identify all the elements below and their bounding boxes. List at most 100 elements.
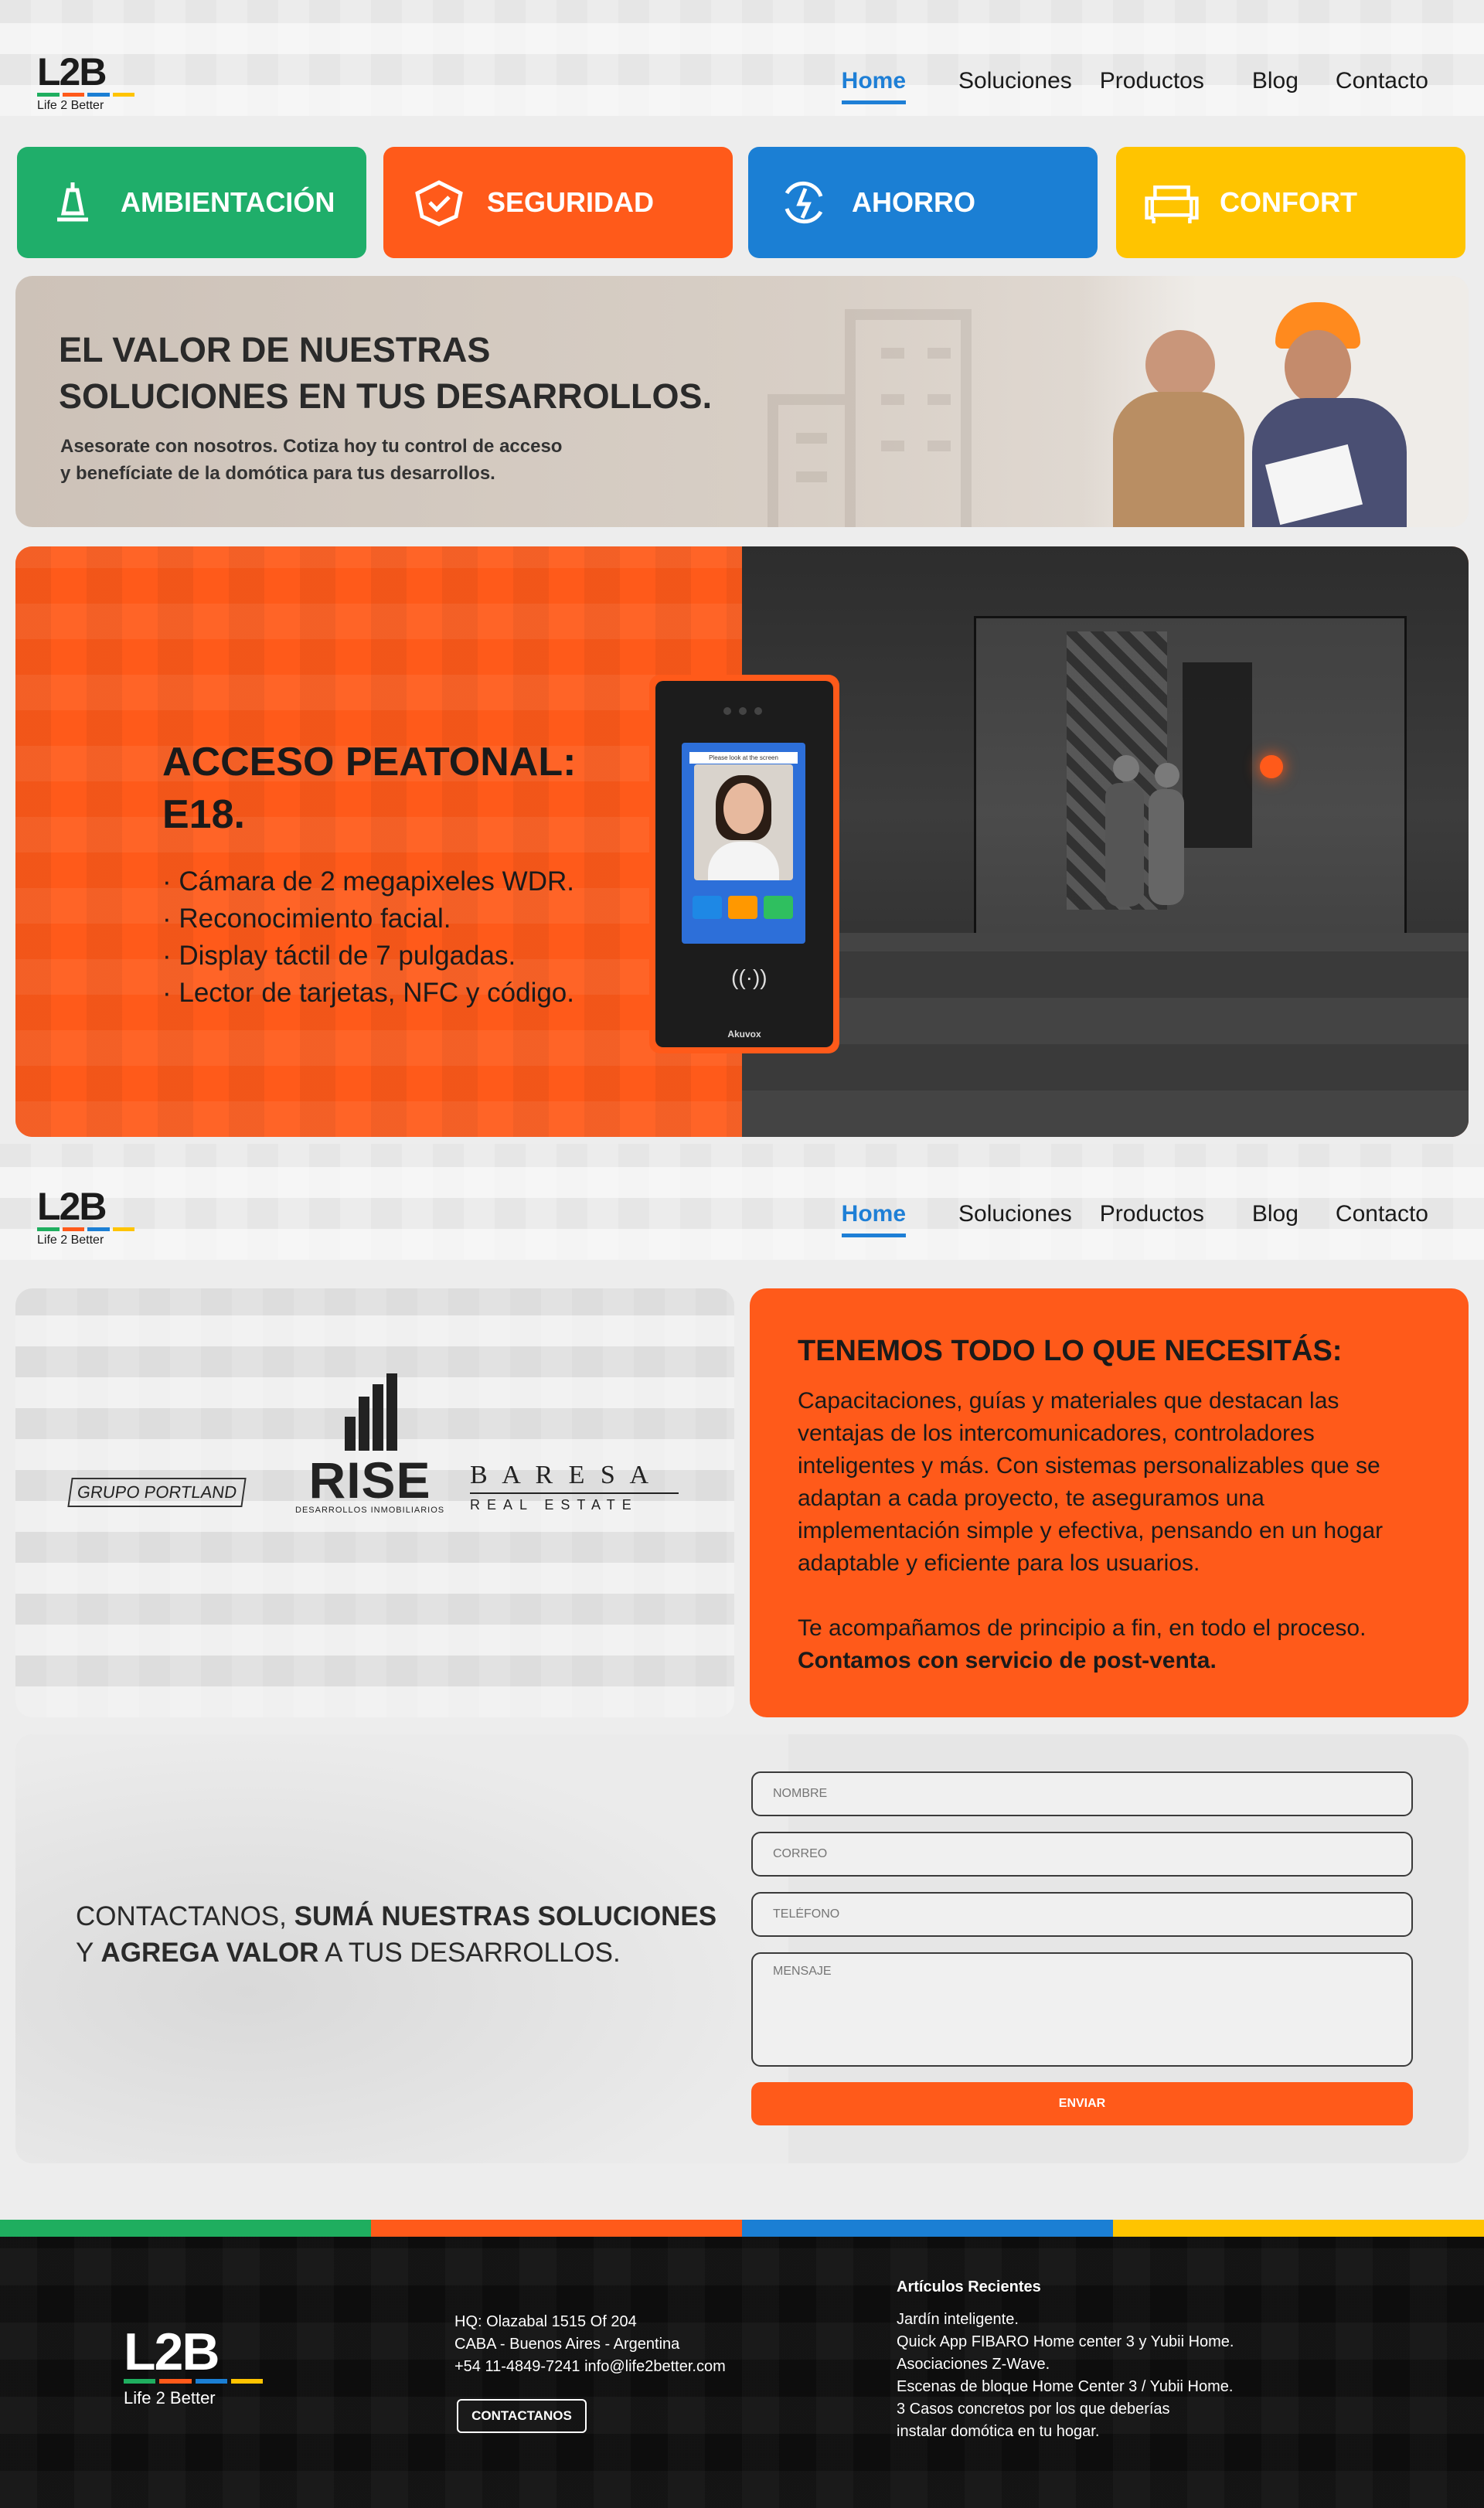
nav-home[interactable]: Home	[841, 68, 907, 104]
brand-color-stripes	[0, 2220, 1484, 2237]
address-line: HQ: Olazabal 1515 Of 204	[454, 2313, 637, 2330]
product-section: ACCESO PEATONAL: E18. · Cámara de 2 mega…	[15, 546, 1469, 1137]
energy-cycle-icon	[776, 175, 832, 230]
logo-tagline: Life 2 Better	[124, 2388, 216, 2408]
category-label: AHORRO	[852, 186, 975, 218]
product-feature-list: · Cámara de 2 megapixeles WDR. · Reconoc…	[162, 863, 574, 1012]
hero-title-line2: SOLUCIONES EN TUS DESARROLLOS.	[59, 376, 713, 416]
nfc-icon: ((·))	[731, 965, 768, 989]
product-title: ACCESO PEATONAL: E18.	[162, 736, 576, 841]
product-feature: · Display táctil de 7 pulgadas.	[162, 941, 516, 971]
hero-text-line2: y benefíciate de la domótica para tus de…	[60, 463, 495, 484]
recent-post-link[interactable]: Jardín inteligente.	[897, 2309, 1234, 2331]
client-logo-text: RISE	[308, 1451, 431, 1509]
needs-follow-up: Te acompañamos de principio a fin, en to…	[798, 1612, 1421, 1677]
nav-productos[interactable]: Productos	[1100, 68, 1204, 104]
name-field[interactable]	[751, 1771, 1413, 1816]
phone-field[interactable]	[751, 1892, 1413, 1937]
client-logo-baresa: B A R E S A REAL ESTATE	[470, 1460, 679, 1513]
recent-post-link[interactable]: Quick App FIBARO Home center 3 y Yubii H…	[897, 2331, 1234, 2353]
product-photo-panel	[742, 546, 1469, 1137]
footer-logo[interactable]: L2B Life 2 Better	[124, 2323, 263, 2408]
logo[interactable]: L2B Life 2 Better	[37, 50, 138, 113]
nav-home[interactable]: Home	[841, 1201, 907, 1237]
nav-contacto[interactable]: Contacto	[1336, 68, 1428, 104]
category-ahorro[interactable]: AHORRO	[748, 147, 1098, 258]
product-title-line2: E18.	[162, 792, 245, 837]
walking-couple	[1105, 755, 1198, 925]
face-recognition-preview	[694, 764, 793, 880]
nav-blog[interactable]: Blog	[1252, 68, 1298, 104]
nav-productos[interactable]: Productos	[1100, 1201, 1204, 1237]
category-ambientacion[interactable]: AMBIENTACIÓN	[17, 147, 366, 258]
message-field[interactable]	[751, 1952, 1413, 2067]
client-logo-rise: RISE DESARROLLOS INMOBILIARIOS	[295, 1373, 444, 1515]
logo-tagline: Life 2 Better	[37, 99, 104, 112]
logo-mark: L2B	[37, 50, 107, 94]
product-feature: · Cámara de 2 megapixeles WDR.	[162, 866, 574, 897]
orange-light-dot	[1260, 755, 1283, 778]
category-confort[interactable]: CONFORT	[1116, 147, 1465, 258]
recent-post-link[interactable]: Escenas de bloque Home Center 3 / Yubii …	[897, 2376, 1234, 2398]
product-title-line1: ACCESO PEATONAL:	[162, 740, 577, 784]
contact-section: CONTACTANOS, SUMÁ NUESTRAS SOLUCIONES Y …	[15, 1734, 1469, 2163]
client-logo-text: GRUPO PORTLAND	[76, 1482, 239, 1502]
sofa-icon	[1144, 175, 1200, 230]
product-feature: · Reconocimiento facial.	[162, 903, 451, 934]
cta-text: Y	[76, 1938, 101, 1968]
recent-post-link[interactable]: instalar domótica en tu hogar.	[897, 2421, 1234, 2443]
shield-check-icon	[411, 175, 467, 230]
nav-contacto[interactable]: Contacto	[1336, 1201, 1428, 1237]
cta-text: CONTACTANOS,	[76, 1901, 294, 1931]
address-line: +54 11-4849-7241 info@life2better.com	[454, 2358, 726, 2375]
category-label: SEGURIDAD	[487, 186, 655, 218]
device-screen: Please look at the screen	[682, 743, 805, 944]
hero-text-line1: Asesorate con nosotros. Cotiza hoy tu co…	[60, 436, 563, 457]
client-logo-subtext: DESARROLLOS INMOBILIARIOS	[295, 1506, 445, 1515]
needs-follow-up-text: Te acompañamos de principio a fin, en to…	[798, 1615, 1367, 1641]
contact-cta: CONTACTANOS, SUMÁ NUESTRAS SOLUCIONES Y …	[76, 1898, 716, 1971]
footer-address: HQ: Olazabal 1515 Of 204 CABA - Buenos A…	[454, 2311, 726, 2378]
category-label: CONFORT	[1220, 186, 1357, 218]
cta-bold: AGREGA VALOR	[100, 1938, 319, 1968]
cta-text: A TUS DESARROLLOS.	[318, 1938, 621, 1968]
device-body: Please look at the screen ((·)) Akuvox	[655, 681, 833, 1047]
nav-soluciones[interactable]: Soluciones	[958, 1201, 1072, 1237]
footer: L2B Life 2 Better HQ: Olazabal 1515 Of 2…	[0, 2237, 1484, 2508]
hero-title: EL VALOR DE NUESTRAS SOLUCIONES EN TUS D…	[59, 327, 712, 420]
needs-panel: TENEMOS TODO LO QUE NECESITÁS: Capacitac…	[750, 1288, 1469, 1717]
cta-bold: SUMÁ NUESTRAS SOLUCIONES	[294, 1901, 717, 1931]
floor	[742, 933, 1469, 1137]
hero-banner: EL VALOR DE NUESTRAS SOLUCIONES EN TUS D…	[15, 276, 1469, 527]
hero-photo-handshake	[1082, 276, 1469, 527]
screen-buttons	[693, 896, 793, 919]
product-text-panel	[15, 546, 742, 1137]
product-feature: · Lector de tarjetas, NFC y código.	[162, 978, 574, 1008]
recent-post-link[interactable]: 3 Casos concretos por los que deberías	[897, 2398, 1234, 2421]
category-seguridad[interactable]: SEGURIDAD	[383, 147, 733, 258]
logo-mark: L2B	[37, 1185, 107, 1228]
email-field[interactable]	[751, 1832, 1413, 1877]
recent-posts-title: Artículos Recientes	[897, 2278, 1041, 2295]
main-nav-second: Home Soluciones Productos Blog Contacto	[841, 1201, 1428, 1237]
intercom-device: Please look at the screen ((·)) Akuvox	[649, 675, 839, 1053]
camera-dots	[723, 707, 762, 715]
logo-second[interactable]: L2B Life 2 Better	[37, 1185, 138, 1247]
nav-soluciones[interactable]: Soluciones	[958, 68, 1072, 104]
rise-building-icon	[344, 1373, 397, 1451]
footer-contact-button[interactable]: CONTACTANOS	[457, 2399, 587, 2433]
building-watermark-icon	[768, 309, 972, 527]
device-brand: Akuvox	[727, 1029, 761, 1040]
main-nav: Home Soluciones Productos Blog Contacto	[841, 68, 1428, 104]
logo-mark: L2B	[124, 2323, 220, 2381]
client-logo-text: B A R E S A	[470, 1461, 654, 1489]
needs-follow-up-bold: Contamos con servicio de post-venta.	[798, 1648, 1217, 1673]
recent-post-link[interactable]: Asociaciones Z-Wave.	[897, 2353, 1234, 2376]
recent-posts: Artículos Recientes Jardín inteligente. …	[897, 2278, 1234, 2443]
client-logo-subtext: REAL ESTATE	[470, 1497, 638, 1513]
address-line: CABA - Buenos Aires - Argentina	[454, 2336, 680, 2353]
category-label: AMBIENTACIÓN	[121, 186, 335, 218]
nav-blog[interactable]: Blog	[1252, 1201, 1298, 1237]
send-button[interactable]: ENVIAR	[751, 2082, 1413, 2125]
client-logos-panel: GRUPO PORTLAND RISE DESARROLLOS INMOBILI…	[15, 1288, 734, 1717]
